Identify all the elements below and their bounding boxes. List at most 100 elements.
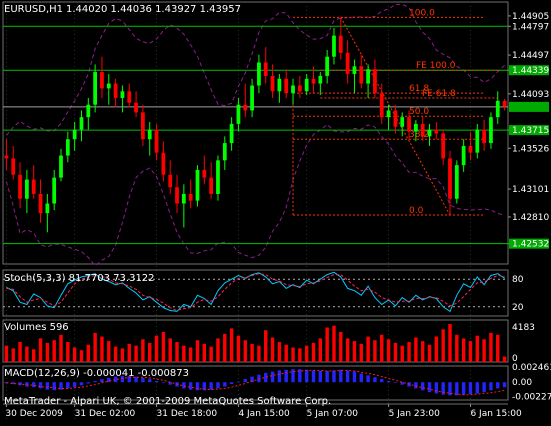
candle-body[interactable] [366,69,370,84]
candle-body[interactable] [332,35,336,57]
candle-body[interactable] [400,117,405,127]
candle-body[interactable] [154,129,159,153]
candle-body[interactable] [216,160,220,194]
candle-body[interactable] [325,56,330,76]
candle-body[interactable] [270,75,275,92]
price-panel[interactable]: 100.061.850.038.20.0FE 100.0FE 61.8 EURU… [2,1,549,420]
candle-body[interactable] [222,143,227,161]
candle-body[interactable] [345,52,350,74]
candle-body[interactable] [495,100,500,118]
stoch-title: Stoch(5,3,3) 81.7703 73.3122 [4,273,155,284]
candle-body[interactable] [18,174,22,199]
candle-body[interactable] [461,145,466,166]
candle-body[interactable] [134,102,138,113]
candle-body[interactable] [202,169,207,178]
candle-body[interactable] [4,155,9,159]
macd-y-label: 0.00 [512,378,532,388]
candle-body[interactable] [277,78,282,92]
candle-body[interactable] [448,158,452,199]
candle-body[interactable] [427,129,432,137]
candle-body[interactable] [25,179,29,199]
candle-body[interactable] [489,117,493,144]
candle-body[interactable] [318,75,323,84]
candle-body[interactable] [127,91,132,103]
candle-body[interactable] [407,117,411,132]
candle-body[interactable] [175,187,179,204]
candle-body[interactable] [188,193,193,201]
current-price-tag [509,101,549,112]
candle-body[interactable] [45,203,50,214]
candle-body[interactable] [502,100,507,107]
ohlc-values: 1.44020 1.44036 1.43927 1.43957 [66,4,241,15]
candle-body[interactable] [100,72,104,89]
macd-title: MACD(12,26,9) -0.000041 -0.000873 [4,368,189,379]
candle-body[interactable] [263,62,268,76]
candle-body[interactable] [386,110,391,118]
candle-body[interactable] [11,158,16,175]
candle-body[interactable] [441,133,446,159]
candle-body[interactable] [52,177,57,204]
candle-body[interactable] [72,129,77,140]
candle-body[interactable] [475,129,480,153]
x-tick-label: 6 Jan 15:00 [470,409,522,419]
x-tick-label: 5 Jan 23:00 [389,409,441,419]
candle-body[interactable] [352,66,357,74]
volume-panel[interactable]: 41830 Volumes 596 [2,319,535,364]
candle-body[interactable] [297,85,302,92]
candle-body[interactable] [420,123,425,137]
candle-body[interactable] [65,139,70,156]
candle-body[interactable] [113,83,118,98]
candle-body[interactable] [38,193,43,214]
candle-body[interactable] [373,69,377,94]
price-frame [2,1,509,265]
candle-body[interactable] [243,104,248,111]
candle-body[interactable] [236,104,241,124]
x-tick-label: 5 Jan 07:00 [307,409,359,419]
candle-body[interactable] [195,169,200,201]
candle-body[interactable] [106,83,111,89]
volume-y-label: 4183 [512,323,535,333]
candle-body[interactable] [229,123,234,144]
fib-expansion-label: FE 100.0 [416,61,456,71]
candle-body[interactable] [257,62,261,86]
candle-body[interactable] [250,85,254,111]
candle-body[interactable] [359,66,364,84]
candle-body[interactable] [147,129,152,140]
candle-body[interactable] [209,177,214,194]
candle-body[interactable] [284,78,289,94]
candle-body[interactable] [79,117,84,130]
candle-body[interactable] [434,129,439,134]
candle-body[interactable] [413,123,418,132]
candle-body[interactable] [181,193,186,204]
candle-body[interactable] [141,112,145,140]
candle-body[interactable] [31,179,36,194]
candle-body[interactable] [120,91,125,98]
candle-body[interactable] [311,78,316,84]
volume-title: Volumes 596 [4,322,69,333]
y-tick-label: 1.44905 [512,12,549,22]
candle-body[interactable] [93,72,98,105]
y-tick-label: 1.43715 [512,126,549,136]
stoch-y-label: 80 [512,275,524,285]
candle-body[interactable] [59,155,63,178]
trading-chart[interactable]: 100.061.850.038.20.0FE 100.0FE 61.8 EURU… [0,0,551,426]
candle-body[interactable] [454,165,459,199]
symbol-title: EURUSD,H1 [4,4,63,15]
stochastic-panel[interactable]: 80 20 Stoch(5,3,3) 81.7703 73.3122 [2,269,524,317]
candle-body[interactable] [304,78,309,92]
candle-body[interactable] [86,104,91,118]
candle-body[interactable] [338,35,343,53]
candle-body[interactable] [291,85,295,94]
y-tick-label: 1.43101 [512,185,549,195]
candle-body[interactable] [168,174,173,188]
fib-level-label: 50.0 [409,107,429,117]
volume-frame [2,319,509,363]
candle-body[interactable] [482,129,486,144]
x-tick-label: 31 Dec 02:00 [75,409,136,419]
candle-body[interactable] [161,152,166,175]
copyright-text: MetaTrader - Alpari UK, © 2001-2009 Meta… [4,396,331,407]
candle-body[interactable] [379,93,384,118]
candle-body[interactable] [393,110,398,127]
fib-level-label: 0.0 [409,206,424,216]
candle-body[interactable] [468,145,473,153]
